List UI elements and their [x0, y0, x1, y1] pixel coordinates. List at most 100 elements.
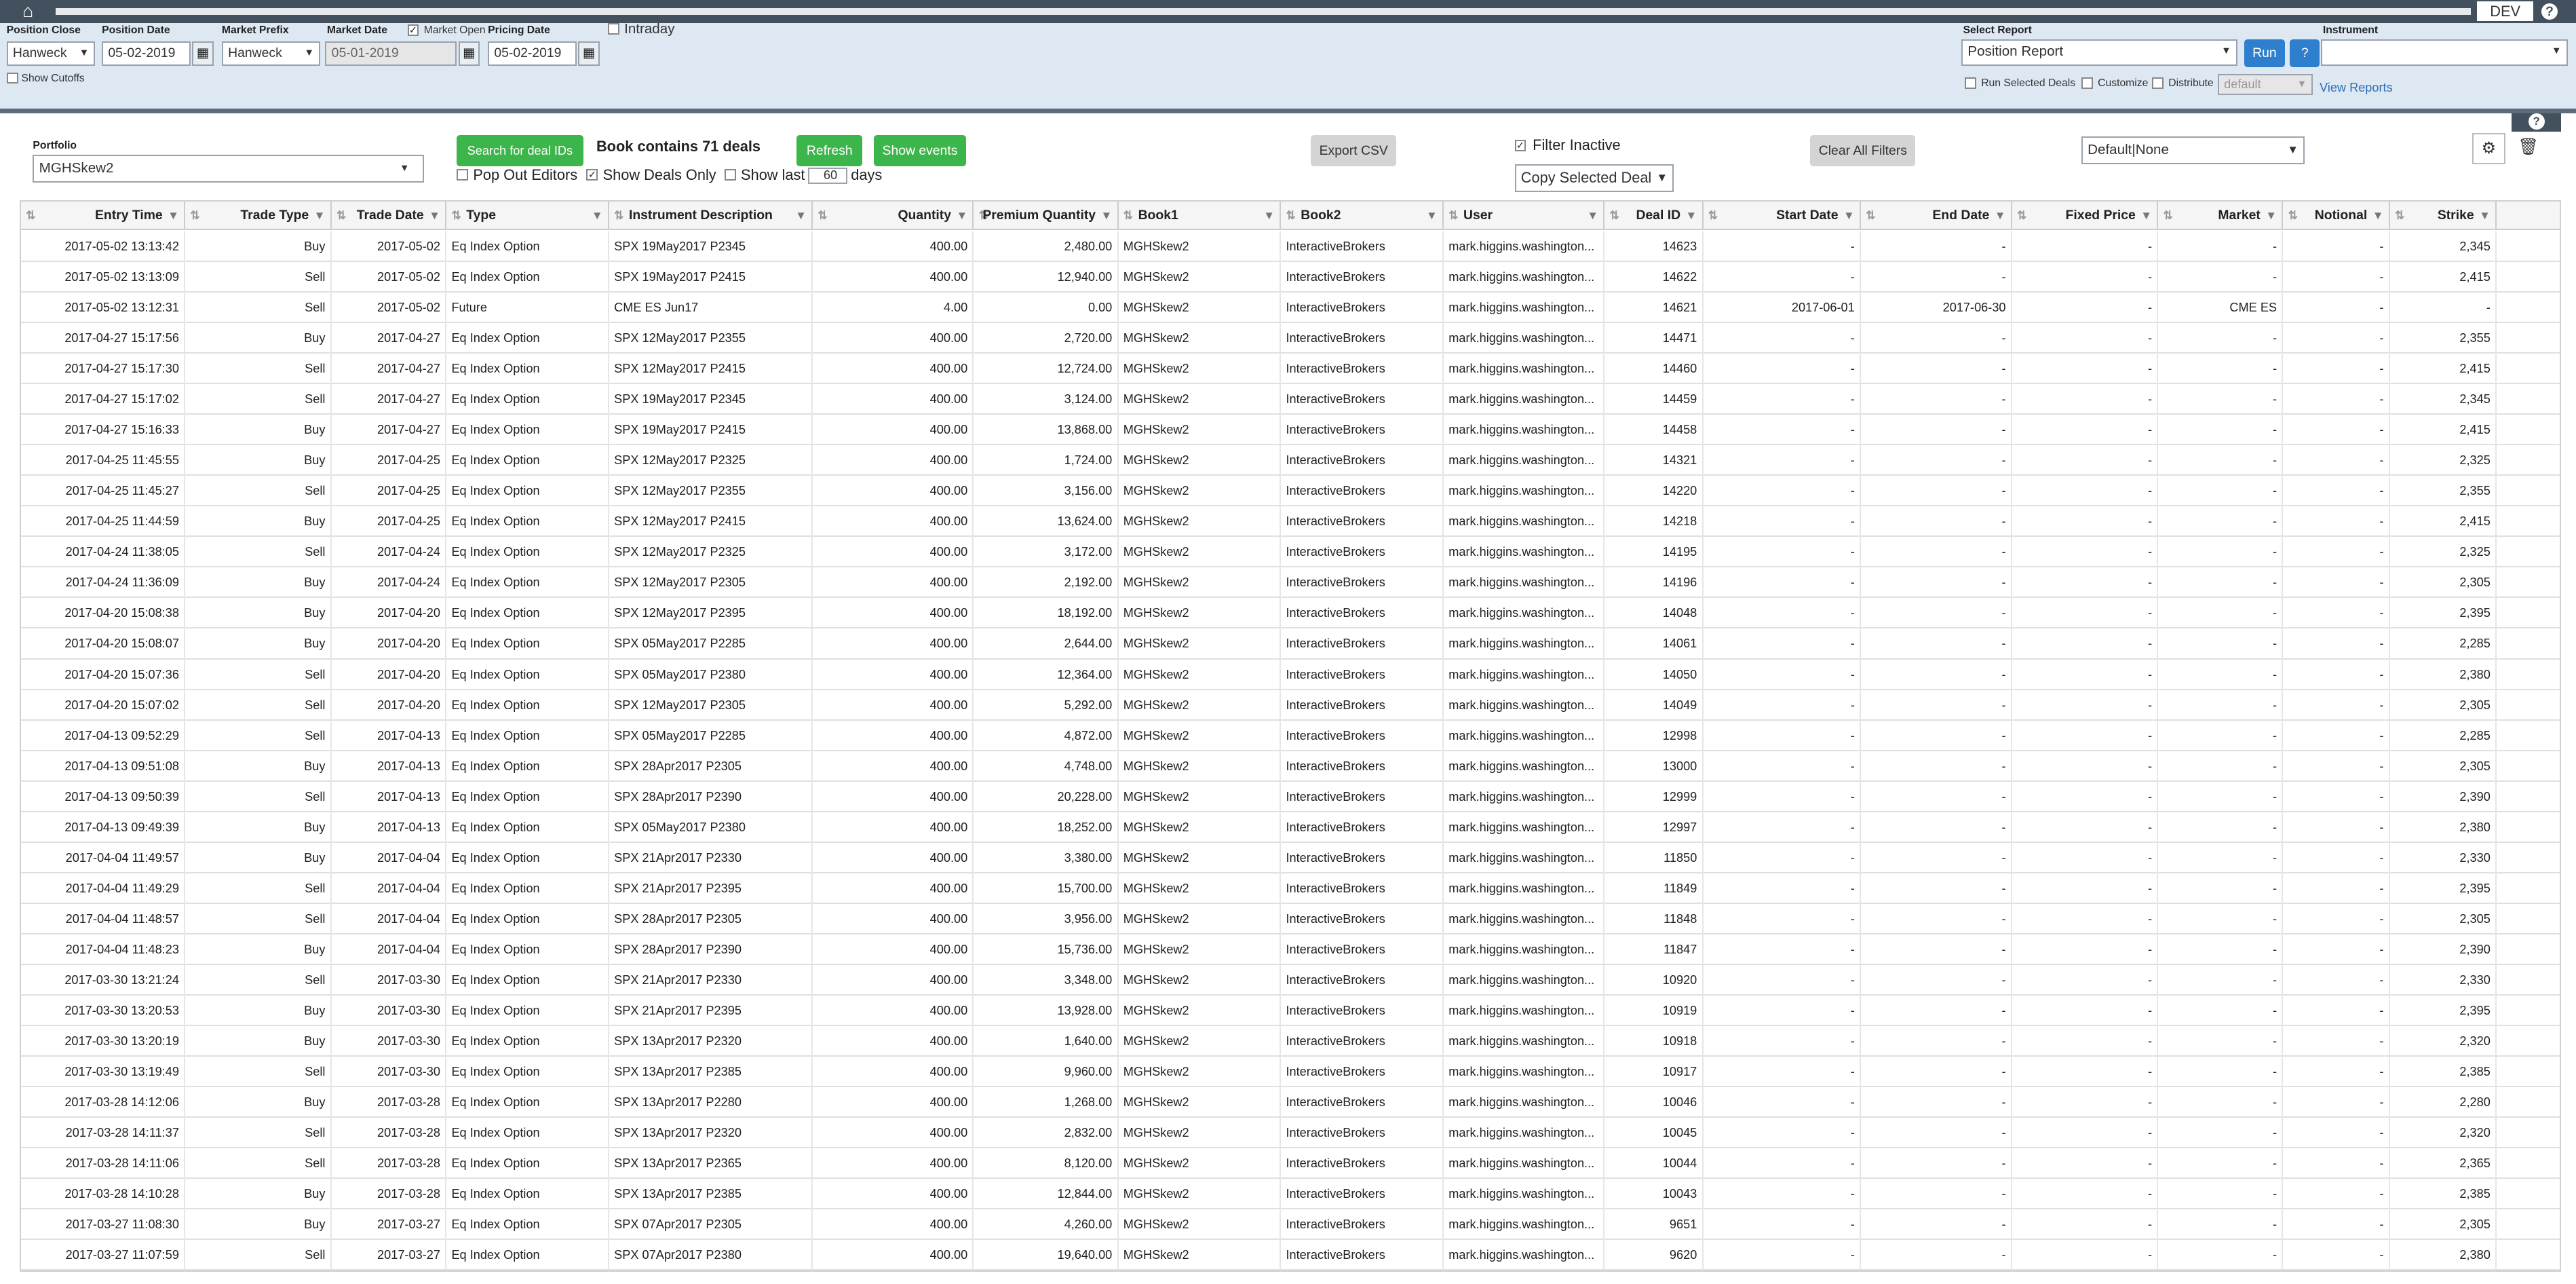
market-open-checkbox[interactable]: ✓	[407, 24, 419, 37]
sort-icon[interactable]: ⇅	[614, 202, 623, 229]
column-header-start-date[interactable]: ⇅ Start Date ▼	[1704, 202, 1861, 230]
table-row[interactable]: 2017-04-04 11:49:29 Sell 2017-04-04 Eq Inde…	[21, 873, 2560, 904]
table-row[interactable]: 2017-03-28 14:10:28 Buy 2017-03-28 Eq Index…	[21, 1179, 2560, 1210]
sort-icon[interactable]: ⇅	[2017, 202, 2026, 229]
calendar-icon[interactable]: ▦	[458, 41, 480, 66]
column-header-type[interactable]: ⇅ Type ▼	[446, 202, 609, 230]
trash-icon[interactable]: 🗑	[2512, 133, 2544, 164]
report-help-button[interactable]: ?	[2290, 39, 2320, 68]
column-header-entry-time[interactable]: ⇅ Entry Time ▼	[21, 202, 186, 230]
table-row[interactable]: 2017-04-13 09:51:08 Buy 2017-04-13 Eq Index…	[21, 751, 2560, 782]
calendar-icon[interactable]: ▦	[578, 41, 600, 66]
table-row[interactable]: 2017-05-02 13:13:09 Sell 2017-05-02 Eq Inde…	[21, 262, 2560, 293]
filter-icon[interactable]: ▼	[1263, 202, 1275, 229]
table-row[interactable]: 2017-03-28 14:12:06 Buy 2017-03-28 Eq Index…	[21, 1087, 2560, 1118]
layout-select[interactable]: Default|None ▼	[2081, 136, 2305, 165]
filter-icon[interactable]: ▼	[2372, 202, 2384, 229]
show-cutoffs-checkbox[interactable]	[6, 72, 18, 84]
column-header-market[interactable]: ⇅ Market ▼	[2158, 202, 2284, 230]
home-icon[interactable]: ⌂	[10, 1, 46, 21]
sort-icon[interactable]: ⇅	[2288, 202, 2298, 229]
table-row[interactable]: 2017-03-30 13:19:49 Sell 2017-03-30 Eq Inde…	[21, 1057, 2560, 1088]
help-icon[interactable]: ?	[2528, 113, 2545, 130]
filter-icon[interactable]: ▼	[1843, 202, 1855, 229]
table-row[interactable]: 2017-03-30 13:20:53 Buy 2017-03-30 Eq Index…	[21, 995, 2560, 1026]
table-row[interactable]: 2017-04-24 11:36:09 Buy 2017-04-24 Eq Index…	[21, 567, 2560, 599]
table-row[interactable]: 2017-03-27 11:08:30 Buy 2017-03-27 Eq Index…	[21, 1209, 2560, 1241]
table-row[interactable]: 2017-03-30 13:20:19 Buy 2017-03-30 Eq Index…	[21, 1025, 2560, 1057]
report-select[interactable]: Position Report ▼	[1961, 39, 2237, 66]
table-row[interactable]: 2017-04-13 09:49:39 Buy 2017-04-13 Eq Index…	[21, 812, 2560, 843]
sort-icon[interactable]: ⇅	[190, 202, 199, 229]
table-row[interactable]: 2017-04-13 09:50:39 Sell 2017-04-13 Eq Inde…	[21, 781, 2560, 812]
filter-icon[interactable]: ▼	[314, 202, 326, 229]
market-date-input[interactable]: 05-01-2019	[325, 41, 457, 66]
instrument-select[interactable]: ▼	[2321, 39, 2568, 66]
gear-icon[interactable]: ⚙	[2472, 133, 2505, 165]
column-header-instrument-description[interactable]: ⇅ Instrument Description ▼	[609, 202, 813, 230]
sort-icon[interactable]: ⇅	[1286, 202, 1296, 229]
distribute-checkbox[interactable]	[2152, 77, 2164, 89]
sort-icon[interactable]: ⇅	[1866, 202, 1875, 229]
show-deals-only-checkbox[interactable]: ✓	[586, 169, 598, 181]
intraday-checkbox[interactable]	[607, 22, 619, 35]
table-row[interactable]: 2017-04-25 11:45:27 Sell 2017-04-25 Eq Inde…	[21, 476, 2560, 507]
filter-icon[interactable]: ▼	[2140, 202, 2152, 229]
sort-icon[interactable]: ⇅	[2395, 202, 2404, 229]
run-selected-checkbox[interactable]	[1964, 77, 1976, 89]
table-row[interactable]: 2017-05-02 13:12:31 Sell 2017-05-02 Future C…	[21, 292, 2560, 324]
position-date-input[interactable]: 05-02-2019	[102, 41, 191, 66]
column-header-user[interactable]: ⇅ User ▼	[1444, 202, 1605, 230]
table-row[interactable]: 2017-04-27 15:17:02 Sell 2017-04-27 Eq Inde…	[21, 384, 2560, 415]
distribute-select[interactable]: default ▼	[2217, 73, 2313, 96]
export-csv-button[interactable]: Export CSV	[1311, 134, 1397, 166]
table-row[interactable]: 2017-04-27 15:17:56 Buy 2017-04-27 Eq Index…	[21, 323, 2560, 354]
sort-icon[interactable]: ⇅	[1610, 202, 1619, 229]
column-header-quantity[interactable]: ⇅ Quantity ▼	[813, 202, 974, 230]
column-header-trade-date[interactable]: ⇅ Trade Date ▼	[332, 202, 447, 230]
table-row[interactable]: 2017-04-20 15:07:36 Sell 2017-04-20 Eq Inde…	[21, 659, 2560, 690]
table-row[interactable]: 2017-04-20 15:08:38 Buy 2017-04-20 Eq Index…	[21, 598, 2560, 629]
table-row[interactable]: 2017-04-04 11:48:57 Sell 2017-04-04 Eq Inde…	[21, 903, 2560, 934]
column-header-book2[interactable]: ⇅ Book2 ▼	[1281, 202, 1444, 230]
market-prefix-select[interactable]: Hanweck ▼	[221, 41, 321, 66]
table-row[interactable]: 2017-04-20 15:07:02 Sell 2017-04-20 Eq Inde…	[21, 690, 2560, 721]
filter-inactive-checkbox[interactable]: ✓	[1514, 139, 1526, 151]
table-row[interactable]: 2017-03-27 11:07:59 Sell 2017-03-27 Eq Inde…	[21, 1240, 2560, 1271]
copy-selected-deal-select[interactable]: Copy Selected Deal ▼	[1514, 164, 1674, 193]
sort-icon[interactable]: ⇅	[1448, 202, 1458, 229]
column-header-trade-type[interactable]: ⇅ Trade Type ▼	[185, 202, 332, 230]
table-row[interactable]: 2017-04-27 15:16:33 Buy 2017-04-27 Eq Index…	[21, 415, 2560, 446]
filter-icon[interactable]: ▼	[1426, 202, 1438, 229]
sort-icon[interactable]: ⇅	[1123, 202, 1133, 229]
show-last-days-input[interactable]: 60	[808, 167, 848, 185]
sort-icon[interactable]: ⇅	[2164, 202, 2173, 229]
show-last-checkbox[interactable]	[724, 169, 736, 181]
sort-icon[interactable]: ⇅	[1708, 202, 1718, 229]
filter-icon[interactable]: ▼	[429, 202, 440, 229]
search-deal-ids-button[interactable]: Search for deal IDs	[457, 134, 583, 166]
filter-icon[interactable]: ▼	[1587, 202, 1598, 229]
filter-icon[interactable]: ▼	[2265, 202, 2277, 229]
sort-icon[interactable]: ⇅	[337, 202, 346, 229]
table-row[interactable]: 2017-03-28 14:11:37 Sell 2017-03-28 Eq Inde…	[21, 1118, 2560, 1149]
table-row[interactable]: 2017-03-30 13:21:24 Sell 2017-03-30 Eq Inde…	[21, 964, 2560, 996]
customize-checkbox[interactable]	[2081, 77, 2093, 89]
help-icon[interactable]: ?	[2541, 3, 2558, 20]
column-header-premium-quantity[interactable]: ⇅ Premium Quantity ▼	[974, 202, 1119, 230]
table-row[interactable]: 2017-04-25 11:44:59 Buy 2017-04-25 Eq Index…	[21, 506, 2560, 537]
portfolio-select[interactable]: MGHSkew2 ▼	[33, 154, 424, 183]
filter-icon[interactable]: ▼	[795, 202, 807, 229]
table-row[interactable]: 2017-04-27 15:17:30 Sell 2017-04-27 Eq Inde…	[21, 354, 2560, 385]
clear-all-filters-button[interactable]: Clear All Filters	[1810, 134, 1916, 166]
column-header-deal-id[interactable]: ⇅ Deal ID ▼	[1604, 202, 1704, 230]
filter-icon[interactable]: ▼	[1686, 202, 1697, 229]
filter-icon[interactable]: ▼	[592, 202, 603, 229]
filter-icon[interactable]: ▼	[2479, 202, 2491, 229]
calendar-icon[interactable]: ▦	[192, 41, 214, 66]
position-close-select[interactable]: Hanweck ▼	[6, 41, 96, 66]
column-header-end-date[interactable]: ⇅ End Date ▼	[1861, 202, 2012, 230]
filter-icon[interactable]: ▼	[1995, 202, 2006, 229]
filter-icon[interactable]: ▼	[168, 202, 179, 229]
table-row[interactable]: 2017-04-25 11:45:55 Buy 2017-04-25 Eq Index…	[21, 445, 2560, 476]
